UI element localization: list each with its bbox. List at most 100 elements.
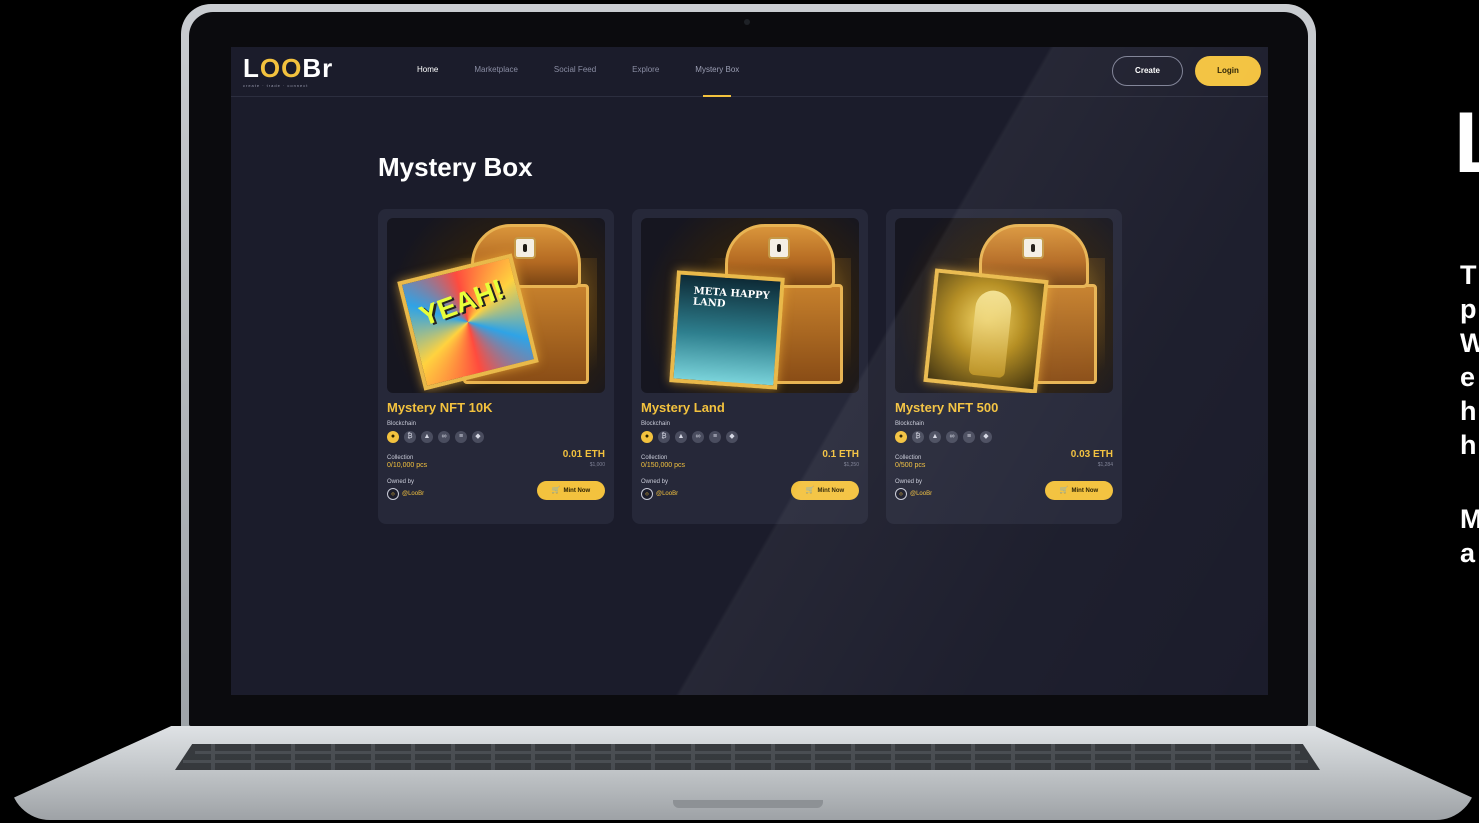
side-text-line: T (1460, 260, 1477, 290)
loobr-logo[interactable]: LOOBr create · trade · connect (243, 55, 333, 88)
blockchain-icons: ● ₿ ▲ ∞ ≡ ◆ (387, 431, 605, 443)
laptop-screen: LOOBr create · trade · connect Home Mark… (231, 47, 1268, 695)
bitcoin-icon[interactable]: ₿ (912, 431, 924, 443)
lock-icon (1022, 237, 1044, 259)
collection-value: 0/150,000 pcs (641, 462, 685, 469)
price-usd: $1,250 (843, 462, 859, 468)
owned-by-label: Owned by (387, 479, 415, 485)
mystery-box-card[interactable]: META HAPPY LAND Mystery Land Blockchain … (632, 209, 868, 524)
collection-label: Collection (387, 455, 414, 461)
nft-art-text: YEAH! (415, 273, 508, 332)
side-text-line: h (1460, 430, 1477, 460)
camera-icon (744, 19, 750, 25)
logo-wordmark: LOOBr (243, 53, 334, 83)
page-title: Mystery Box (378, 152, 533, 182)
price-eth: 0.03 ETH (1070, 449, 1113, 460)
cart-icon: 🛒 (1059, 487, 1069, 494)
side-text-line: h (1460, 396, 1477, 426)
bitcoin-icon[interactable]: ₿ (658, 431, 670, 443)
polygon-icon[interactable]: ∞ (946, 431, 958, 443)
nft-preview (923, 268, 1049, 393)
nav-explore[interactable]: Explore (632, 47, 659, 97)
nav-social-feed[interactable]: Social Feed (554, 47, 596, 97)
laptop-keyboard (175, 744, 1320, 770)
keyboard-row-divider (195, 751, 1300, 754)
price-eth: 0.01 ETH (562, 449, 605, 460)
card-artwork[interactable]: YEAH! (387, 218, 605, 393)
binance-icon[interactable]: ● (387, 431, 399, 443)
polygon-icon[interactable]: ∞ (438, 431, 450, 443)
side-text-line: a (1460, 538, 1476, 568)
nft-preview: META HAPPY LAND (669, 270, 785, 390)
owned-by-label: Owned by (641, 479, 669, 485)
side-text-line: p (1460, 294, 1477, 324)
mint-now-button[interactable]: 🛒 Mint Now (537, 481, 605, 500)
cart-icon: 🛒 (805, 487, 815, 494)
golden-figure-image (968, 288, 1014, 379)
collection-label: Collection (895, 455, 922, 461)
price-usd: $1,284 (1097, 462, 1113, 468)
polygon-icon[interactable]: ∞ (692, 431, 704, 443)
mint-now-label: Mint Now (563, 487, 591, 494)
side-text-line: e (1460, 362, 1476, 392)
ethereum-icon[interactable]: ◆ (472, 431, 484, 443)
nft-art-text: META HAPPY LAND (692, 285, 771, 310)
bitcoin-icon[interactable]: ₿ (404, 431, 416, 443)
logo-tagline: create · trade · connect (243, 83, 309, 88)
card-title[interactable]: Mystery NFT 10K (387, 400, 605, 415)
solana-icon[interactable]: ≡ (455, 431, 467, 443)
price-usd: $1,000 (589, 462, 605, 468)
login-button[interactable]: Login (1195, 56, 1261, 86)
card-title[interactable]: Mystery NFT 500 (895, 400, 1113, 415)
collection-label: Collection (641, 455, 668, 461)
owner-avatar[interactable]: ◎ (387, 488, 399, 500)
mint-now-label: Mint Now (817, 487, 845, 494)
cart-icon: 🛒 (551, 487, 561, 494)
laptop-notch (673, 800, 823, 808)
mystery-box-card[interactable]: YEAH! Mystery NFT 10K Blockchain ● ₿ ▲ ∞… (378, 209, 614, 524)
nav-links: Home Marketplace Social Feed Explore Mys… (417, 47, 775, 97)
mystery-box-grid: YEAH! Mystery NFT 10K Blockchain ● ₿ ▲ ∞… (378, 209, 1122, 524)
collection-value: 0/10,000 pcs (387, 462, 428, 469)
create-button[interactable]: Create (1112, 56, 1183, 86)
mint-now-button[interactable]: 🛒 Mint Now (1045, 481, 1113, 500)
mint-now-label: Mint Now (1071, 487, 1099, 494)
solana-icon[interactable]: ≡ (963, 431, 975, 443)
nav-mystery-box[interactable]: Mystery Box (695, 47, 739, 97)
owner-avatar[interactable]: ◎ (641, 488, 653, 500)
owner-name[interactable]: @LooBr (402, 491, 424, 497)
avalanche-icon[interactable]: ▲ (929, 431, 941, 443)
blockchain-label: Blockchain (387, 421, 417, 427)
ethereum-icon[interactable]: ◆ (980, 431, 992, 443)
owner-avatar[interactable]: ◎ (895, 488, 907, 500)
avalanche-icon[interactable]: ▲ (421, 431, 433, 443)
lock-icon (514, 237, 536, 259)
side-heading: L (1454, 100, 1479, 186)
blockchain-icons: ● ₿ ▲ ∞ ≡ ◆ (895, 431, 1113, 443)
ethereum-icon[interactable]: ◆ (726, 431, 738, 443)
binance-icon[interactable]: ● (895, 431, 907, 443)
mystery-box-card[interactable]: Mystery NFT 500 Blockchain ● ₿ ▲ ∞ ≡ ◆ C… (886, 209, 1122, 524)
nav-home[interactable]: Home (417, 47, 438, 97)
lock-icon (768, 237, 790, 259)
card-title[interactable]: Mystery Land (641, 400, 859, 415)
blockchain-label: Blockchain (895, 421, 925, 427)
owner-name[interactable]: @LooBr (656, 491, 678, 497)
blockchain-label: Blockchain (641, 421, 671, 427)
owner-name[interactable]: @LooBr (910, 491, 932, 497)
side-text-line: M (1460, 504, 1479, 534)
side-text-line: W (1460, 328, 1479, 358)
mint-now-button[interactable]: 🛒 Mint Now (791, 481, 859, 500)
binance-icon[interactable]: ● (641, 431, 653, 443)
active-tab-underline (703, 95, 732, 97)
nav-marketplace[interactable]: Marketplace (474, 47, 518, 97)
card-artwork[interactable] (895, 218, 1113, 393)
avalanche-icon[interactable]: ▲ (675, 431, 687, 443)
card-artwork[interactable]: META HAPPY LAND (641, 218, 859, 393)
blockchain-icons: ● ₿ ▲ ∞ ≡ ◆ (641, 431, 859, 443)
owned-by-label: Owned by (895, 479, 923, 485)
price-eth: 0.1 ETH (822, 449, 859, 460)
keyboard-row-divider (183, 760, 1308, 763)
solana-icon[interactable]: ≡ (709, 431, 721, 443)
collection-value: 0/500 pcs (895, 462, 926, 469)
